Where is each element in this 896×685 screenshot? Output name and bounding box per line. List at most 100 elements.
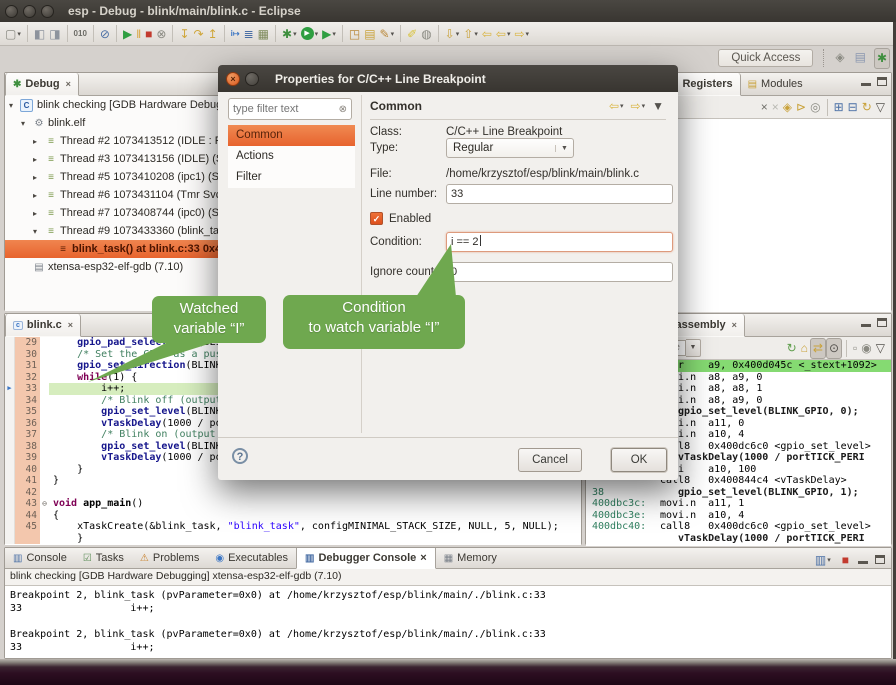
expand-arrow-icon[interactable]: ▾ [9,101,20,110]
refresh-icon[interactable]: ↻ [785,339,799,358]
window-minimize-icon[interactable] [23,5,36,18]
previous-annotation-icon[interactable]: ⇧▾ [461,24,480,43]
breakpoint-margin[interactable] [5,429,15,441]
run-icon[interactable]: ▶▾ [299,24,321,43]
show-debug-console-icon[interactable]: ≣ [242,24,256,43]
back-icon[interactable]: ⇦▾ [607,97,626,116]
tab-console[interactable]: ▥Console [5,548,75,568]
expand-all-icon[interactable]: ⊞ [832,98,846,117]
tab-modules[interactable]: ▤Modules [741,73,810,95]
filter-input[interactable] [229,102,339,116]
help-icon[interactable]: ? [232,448,248,464]
expand-arrow-icon[interactable]: ▾ [33,227,44,236]
expand-arrow-icon[interactable]: ▾ [21,119,32,128]
trace-control-icon[interactable]: ▦ [256,24,271,43]
cancel-button[interactable]: Cancel [518,448,582,472]
chevron-down-icon[interactable]: ▾ [827,556,831,564]
debug-perspective-icon[interactable]: ✱ [874,48,890,69]
forward-icon[interactable]: ⇨▾ [512,24,531,43]
debug-configurations-icon[interactable]: ✱▾ [280,24,299,43]
close-icon[interactable]: × [68,320,73,330]
chevron-down-icon[interactable]: ▾ [507,30,511,38]
line-number-input[interactable]: 33 [446,184,673,204]
breakpoint-margin[interactable] [5,510,15,522]
minimize-icon[interactable] [861,77,871,86]
sync-selection-icon[interactable]: ⇄ [810,338,826,359]
breakpoint-margin[interactable] [5,521,15,533]
chevron-down-icon[interactable]: ▾ [315,30,319,38]
binary-file-icon[interactable]: 010 [72,24,89,43]
window-maximize-icon[interactable] [41,5,54,18]
view-menu-icon[interactable]: ▼ [650,97,666,116]
chevron-down-icon[interactable]: ▾ [332,30,336,38]
quick-access-button[interactable]: Quick Access [718,49,813,67]
show-source-icon[interactable]: ⊙ [826,338,842,359]
clear-filter-icon[interactable]: ⊗ [339,104,351,115]
highlight-icon[interactable]: ✐ [405,24,419,43]
chevron-down-icon[interactable]: ▼ [686,339,701,357]
chevron-down-icon[interactable]: ▾ [17,30,21,38]
tab-tasks[interactable]: ☑Tasks [75,548,132,568]
breakpoint-icon[interactable]: ▶ [5,383,15,395]
code-line[interactable]: 43⊖void app_main() [5,498,581,510]
code-line[interactable]: } [5,533,581,545]
dialog-section-common[interactable]: Common [228,125,355,146]
dialog-section-filter[interactable]: Filter [228,167,355,188]
maximize-icon[interactable] [877,77,887,86]
ignore-count-input[interactable]: 0 [446,262,673,282]
display-console-icon[interactable]: ▥▾ [813,550,833,569]
chevron-down-icon[interactable]: ▾ [526,30,530,38]
disassembly-line[interactable]: 400dbc3c:movi.n a11, 1 [586,498,891,510]
pin-view-icon[interactable]: ◉ [859,339,873,358]
step-over-icon[interactable]: ↷ [192,24,206,43]
close-icon[interactable]: × [66,79,71,89]
cpp-perspective-icon[interactable]: ▤ [853,48,868,67]
breakpoint-margin[interactable] [5,452,15,464]
chevron-down-icon[interactable]: ▾ [474,30,478,38]
breakpoint-margin[interactable] [5,360,15,372]
open-perspective-icon[interactable]: ◈ [833,48,846,67]
next-annotation-icon[interactable]: ⇩▾ [443,24,462,43]
view-menu-icon[interactable]: ▽ [874,98,887,117]
chevron-down-icon[interactable]: ▾ [293,30,297,38]
tab-problems[interactable]: ⚠Problems [132,548,207,568]
new-project-icon[interactable]: ◳ [347,24,362,43]
instruction-stepping-icon[interactable]: i↦ [229,24,242,43]
code-line[interactable]: 42 [5,487,581,499]
window-close-icon[interactable] [5,5,18,18]
dialog-maximize-icon[interactable] [245,72,259,86]
breakpoint-margin[interactable] [5,487,15,499]
chevron-down-icon[interactable]: ▾ [391,30,395,38]
remove-all-registers-icon[interactable]: × [770,98,781,117]
chevron-down-icon[interactable]: ▾ [620,102,624,110]
disassembly-line[interactable]: 400dbc3e:movi.n a10, 4 [586,510,891,522]
restore-default-icon[interactable]: ↻ [860,98,874,117]
new-wizard-icon[interactable]: ▢▾ [3,24,23,43]
enabled-checkbox[interactable]: ✓ [370,212,383,225]
save-icon[interactable]: ◧ [32,24,47,43]
breakpoint-margin[interactable] [5,395,15,407]
tab-debugger-console[interactable]: ▥Debugger Console× [296,548,436,569]
collapse-all-icon[interactable]: ⊟ [846,98,860,117]
disassembly-line[interactable]: 400dbc40:call8 0x400dc6c0 <gpio_set_leve… [586,521,891,533]
chevron-down-icon[interactable]: ▾ [642,102,646,110]
tab-memory[interactable]: ▦Memory [436,548,505,568]
breakpoint-margin[interactable] [5,337,15,349]
open-folder-icon[interactable]: ▤ [362,24,377,43]
maximize-icon[interactable] [877,318,887,327]
code-line[interactable]: 44{ [5,510,581,522]
expand-arrow-icon[interactable]: ▸ [33,209,44,218]
breakpoint-margin[interactable] [5,533,15,545]
type-select[interactable]: Regular ▼ [446,138,574,158]
breakpoint-margin[interactable] [5,418,15,430]
save-all-icon[interactable]: ◨ [47,24,62,43]
chevron-down-icon[interactable]: ▾ [456,30,460,38]
expand-arrow-icon[interactable]: ▸ [33,155,44,164]
minimize-icon[interactable] [861,318,871,327]
disassembly-line[interactable]: vTaskDelay(1000 / portTICK_PERI [586,533,891,545]
breakpoint-margin[interactable] [5,464,15,476]
maximize-icon[interactable] [875,555,885,564]
disassembly-line[interactable]: 38gpio_set_level(BLINK_GPIO, 1); [586,487,891,499]
ok-button[interactable]: OK [611,448,667,472]
terminate-console-icon[interactable]: ■ [840,550,851,569]
